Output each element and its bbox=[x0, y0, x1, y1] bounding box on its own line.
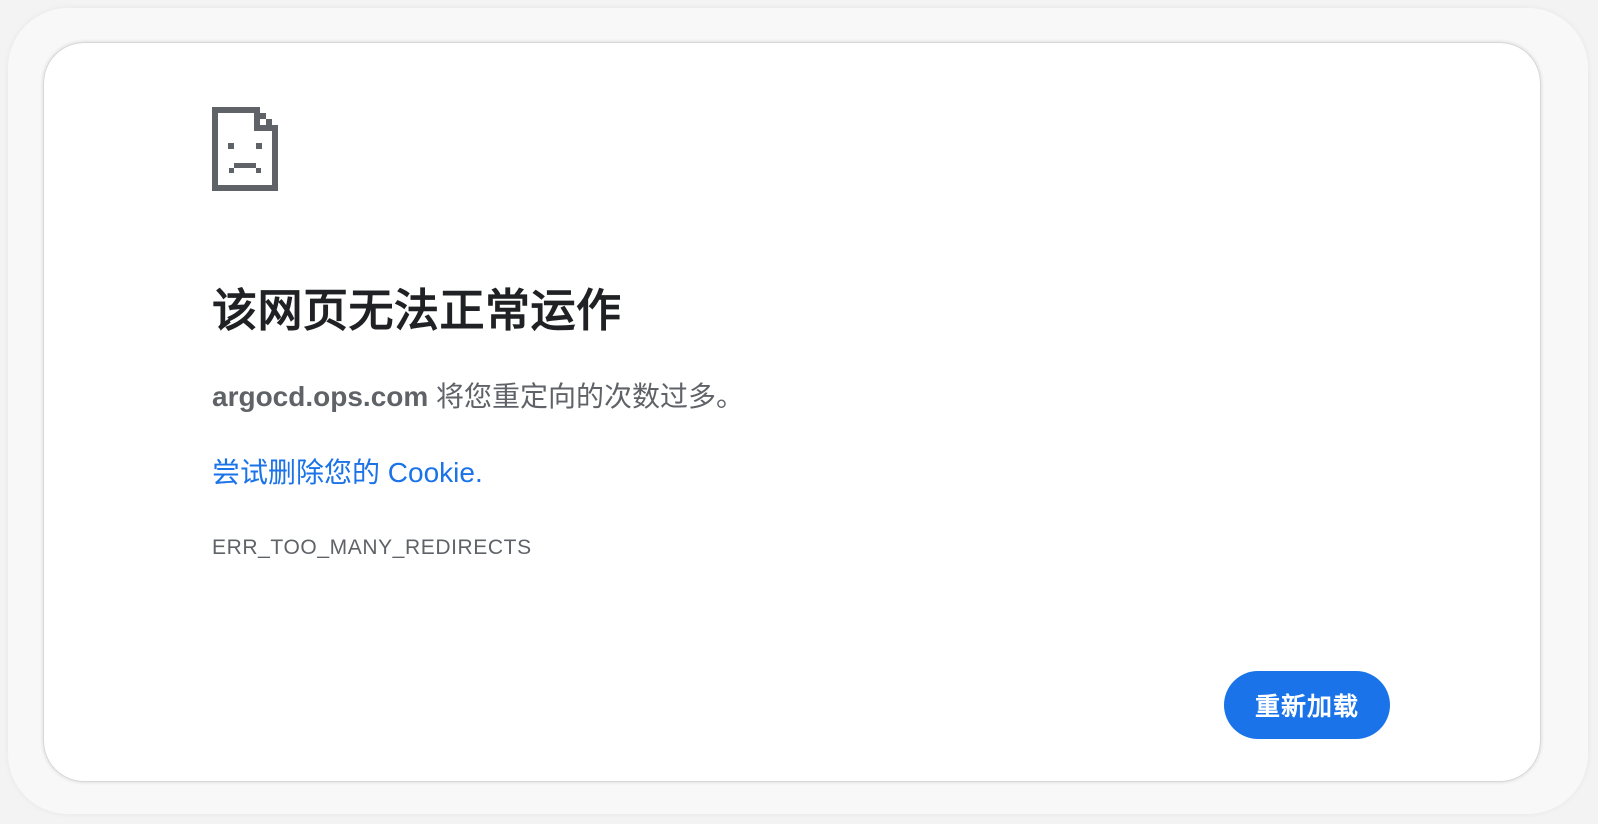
window-frame: 该网页无法正常运作 argocd.ops.com 将您重定向的次数过多。 尝试删… bbox=[8, 8, 1588, 814]
page-title: 该网页无法正常运作 bbox=[212, 285, 622, 336]
error-card: 该网页无法正常运作 argocd.ops.com 将您重定向的次数过多。 尝试删… bbox=[44, 43, 1540, 781]
host-name: argocd.ops.com bbox=[212, 381, 429, 412]
error-message: argocd.ops.com 将您重定向的次数过多。 bbox=[212, 379, 744, 415]
error-code: ERR_TOO_MANY_REDIRECTS bbox=[212, 536, 532, 559]
sad-page-icon bbox=[212, 107, 278, 191]
reload-button[interactable]: 重新加载 bbox=[1224, 671, 1390, 739]
delete-cookies-link[interactable]: 尝试删除您的 Cookie. bbox=[212, 455, 483, 491]
error-message-text: 将您重定向的次数过多。 bbox=[428, 381, 745, 412]
